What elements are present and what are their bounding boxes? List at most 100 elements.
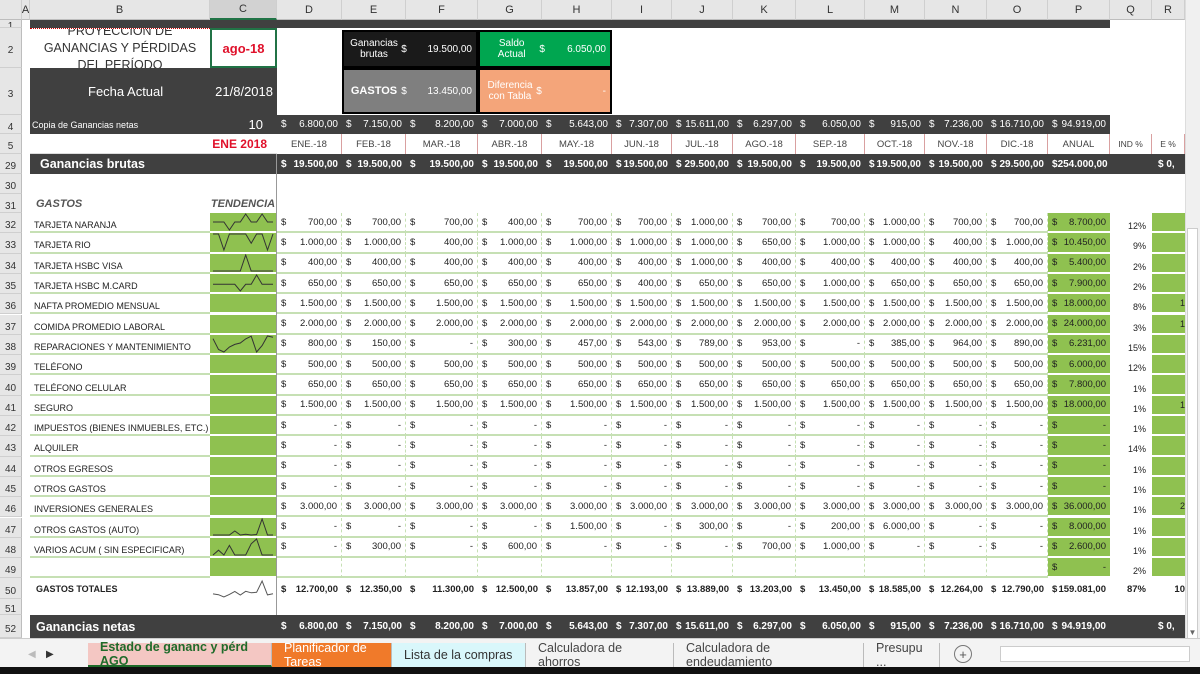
- money-cell[interactable]: $12.350,00: [342, 579, 406, 600]
- money-cell[interactable]: $8.200,00: [406, 115, 478, 134]
- money-cell[interactable]: $6.000,00: [865, 517, 925, 538]
- money-cell[interactable]: $500,00: [612, 355, 672, 376]
- period-cell[interactable]: ago-18: [210, 28, 277, 68]
- money-cell[interactable]: $300,00: [478, 334, 542, 356]
- column-header-N[interactable]: N: [925, 0, 987, 20]
- money-cell[interactable]: $8.200,00: [406, 615, 478, 638]
- money-cell[interactable]: $5.643,00: [542, 615, 612, 638]
- column-header-O[interactable]: O: [987, 0, 1048, 20]
- money-cell[interactable]: [406, 558, 478, 579]
- money-cell[interactable]: $ -: [478, 476, 542, 498]
- money-cell[interactable]: $650,00: [542, 375, 612, 396]
- money-cell[interactable]: $ -: [542, 456, 612, 477]
- money-cell[interactable]: $1.500,00: [342, 294, 406, 315]
- money-cell[interactable]: $13.450,00: [796, 579, 865, 600]
- money-cell[interactable]: $ -: [478, 416, 542, 437]
- money-cell[interactable]: $800,00: [277, 334, 342, 356]
- money-cell[interactable]: $300,00: [342, 537, 406, 559]
- money-cell[interactable]: $500,00: [672, 355, 733, 376]
- money-cell[interactable]: $1.500,00: [277, 294, 342, 315]
- money-cell[interactable]: $ -: [925, 476, 987, 498]
- money-cell[interactable]: $543,00: [612, 334, 672, 356]
- money-cell[interactable]: $150,00: [342, 334, 406, 356]
- money-cell[interactable]: $3.000,00: [925, 497, 987, 518]
- money-cell[interactable]: $ -: [542, 436, 612, 457]
- money-cell[interactable]: $650,00: [277, 375, 342, 396]
- money-cell[interactable]: [542, 558, 612, 579]
- money-cell[interactable]: [865, 558, 925, 579]
- money-cell[interactable]: $6.297,00: [733, 615, 796, 638]
- money-cell[interactable]: $16.710,00: [987, 115, 1048, 134]
- money-cell[interactable]: [342, 558, 406, 579]
- money-cell[interactable]: $ -: [672, 416, 733, 437]
- money-cell[interactable]: $ -: [1048, 476, 1110, 498]
- money-cell[interactable]: $400,00: [612, 253, 672, 274]
- money-cell[interactable]: $29.500,00: [987, 154, 1048, 174]
- money-cell[interactable]: $ -: [865, 456, 925, 477]
- money-cell[interactable]: $700,00: [542, 213, 612, 234]
- money-cell[interactable]: $1.500,00: [277, 395, 342, 416]
- money-cell[interactable]: $ -: [342, 416, 406, 437]
- money-cell[interactable]: $400,00: [542, 253, 612, 274]
- money-cell[interactable]: $ -: [796, 476, 865, 498]
- money-cell[interactable]: $15.611,00: [672, 615, 733, 638]
- money-cell[interactable]: $400,00: [987, 253, 1048, 274]
- money-cell[interactable]: $7.307,00: [612, 615, 672, 638]
- money-cell[interactable]: $ -: [277, 456, 342, 477]
- money-cell[interactable]: $ -: [612, 436, 672, 457]
- money-cell[interactable]: $650,00: [865, 375, 925, 396]
- money-cell[interactable]: $1.500,00: [987, 395, 1048, 416]
- money-cell[interactable]: $ -: [406, 517, 478, 538]
- column-header-B[interactable]: B: [30, 0, 210, 20]
- money-cell[interactable]: $700,00: [342, 213, 406, 234]
- row-header[interactable]: 36: [0, 294, 22, 315]
- money-cell[interactable]: $3.000,00: [612, 497, 672, 518]
- money-cell[interactable]: $ -: [796, 436, 865, 457]
- money-cell[interactable]: $3.000,00: [865, 497, 925, 518]
- money-cell[interactable]: $600,00: [478, 537, 542, 559]
- money-cell[interactable]: $500,00: [342, 355, 406, 376]
- money-cell[interactable]: [672, 558, 733, 579]
- column-header-K[interactable]: K: [733, 0, 796, 20]
- money-cell[interactable]: $2.000,00: [342, 314, 406, 335]
- money-cell[interactable]: $1.500,00: [406, 294, 478, 315]
- money-cell[interactable]: $19.500,00: [865, 154, 925, 174]
- money-cell[interactable]: $24.000,00: [1048, 314, 1110, 335]
- money-cell[interactable]: $ -: [796, 416, 865, 437]
- money-cell[interactable]: $650,00: [672, 375, 733, 396]
- money-cell[interactable]: $400,00: [796, 253, 865, 274]
- money-cell[interactable]: $159.081,00: [1048, 579, 1110, 600]
- money-cell[interactable]: $3.000,00: [478, 497, 542, 518]
- money-cell[interactable]: $ -: [987, 456, 1048, 477]
- money-cell[interactable]: $ -: [406, 416, 478, 437]
- money-cell[interactable]: $1.500,00: [865, 294, 925, 315]
- row-header[interactable]: 51: [0, 599, 22, 615]
- row-header[interactable]: 30: [0, 174, 22, 194]
- row-header[interactable]: 33: [0, 233, 22, 254]
- money-cell[interactable]: $ -: [1048, 436, 1110, 457]
- money-cell[interactable]: $2.000,00: [865, 314, 925, 335]
- money-cell[interactable]: $ -: [865, 416, 925, 437]
- money-cell[interactable]: $400,00: [925, 253, 987, 274]
- money-cell[interactable]: $ -: [612, 416, 672, 437]
- next-sheet-icon[interactable]: ▶: [46, 645, 60, 663]
- row-header[interactable]: 3: [0, 68, 22, 115]
- money-cell[interactable]: $ -: [406, 334, 478, 356]
- money-cell[interactable]: $11.300,00: [406, 579, 478, 600]
- column-header-R[interactable]: R: [1152, 0, 1185, 20]
- sheet-tab[interactable]: Estado de gananc y pérd AGO: [88, 640, 272, 668]
- money-cell[interactable]: $2.000,00: [733, 314, 796, 335]
- money-cell[interactable]: $94.919,00: [1048, 615, 1110, 638]
- money-cell[interactable]: $ -: [277, 416, 342, 437]
- money-cell[interactable]: $1.500,00: [612, 294, 672, 315]
- money-cell[interactable]: [925, 558, 987, 579]
- money-cell[interactable]: $36.000,00: [1048, 497, 1110, 518]
- money-cell[interactable]: $7.000,00: [478, 615, 542, 638]
- money-cell[interactable]: $13.889,00: [672, 579, 733, 600]
- money-cell[interactable]: $1.500,00: [987, 294, 1048, 315]
- money-cell[interactable]: $650,00: [277, 273, 342, 295]
- money-cell[interactable]: $500,00: [478, 355, 542, 376]
- money-cell[interactable]: $ -: [987, 517, 1048, 538]
- money-cell[interactable]: $ -: [277, 537, 342, 559]
- money-cell[interactable]: $1.000,00: [865, 233, 925, 254]
